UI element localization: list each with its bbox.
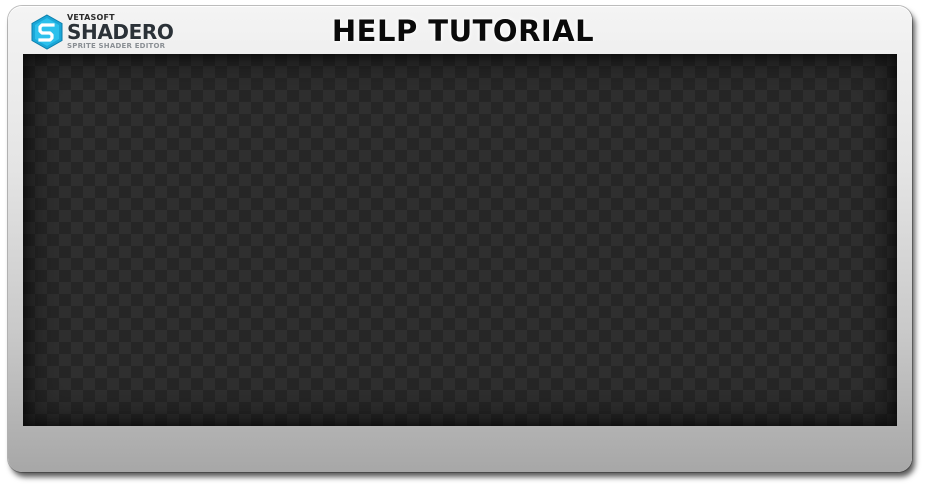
bottom-bar	[23, 426, 897, 456]
tutorial-viewport[interactable]	[23, 54, 897, 426]
window-title: HELP TUTORIAL	[331, 14, 595, 48]
